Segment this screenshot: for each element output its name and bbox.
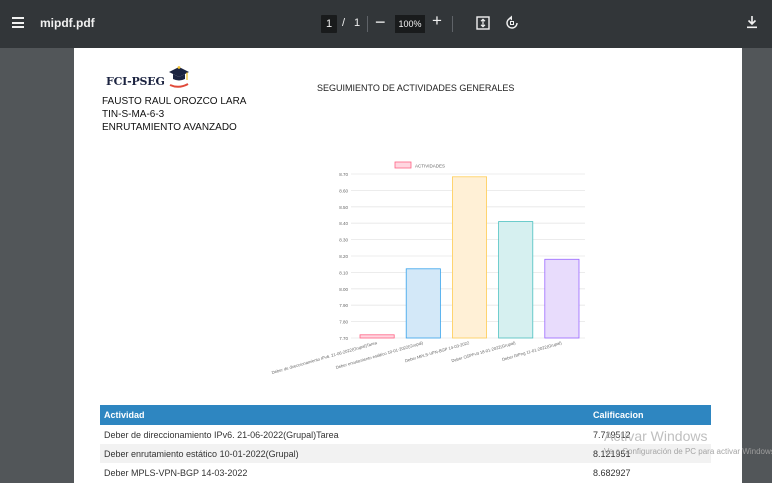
y-tick-label: 7.80	[339, 320, 348, 325]
grade-cell: 8.682927	[593, 468, 631, 478]
chart-y-ticks: 8.70 8.60 8.50 8.40 8.30 8.20 8.10 8.00 7.90 7.80…	[339, 172, 348, 341]
download-icon[interactable]	[746, 15, 758, 34]
y-tick-label: 8.40	[339, 221, 348, 226]
zoom-level-input[interactable]: 100%	[395, 15, 425, 33]
bar	[498, 221, 534, 339]
bar	[452, 176, 487, 339]
column-header-activity: Actividad	[104, 410, 145, 420]
activity-cell: Deber enrutamiento estático 10-01-2022(G…	[104, 449, 299, 459]
y-tick-label: 7.90	[339, 303, 348, 308]
legend-label: ACTIVIDADES	[415, 164, 445, 169]
toolbar-divider	[452, 16, 453, 32]
y-tick-label: 8.00	[339, 287, 348, 292]
rotate-icon[interactable]	[504, 15, 520, 36]
y-tick-label: 7.70	[339, 336, 348, 341]
table-header: Actividad Calificacion	[100, 405, 711, 425]
menu-icon[interactable]	[12, 17, 24, 28]
y-tick-label: 8.50	[339, 205, 348, 210]
activity-cell: Deber MPLS-VPN-BGP 14-03-2022	[104, 468, 248, 478]
bar	[359, 334, 395, 339]
total-pages: 1	[354, 17, 361, 29]
y-tick-label: 8.60	[339, 188, 348, 193]
current-page-input[interactable]: 1	[321, 15, 337, 33]
bar	[544, 258, 580, 339]
table-row: Deber MPLS-VPN-BGP 14-03-2022 8.682927	[100, 463, 711, 482]
bar	[405, 268, 441, 339]
y-tick-label: 8.10	[339, 270, 348, 275]
legend-swatch	[394, 161, 412, 169]
fit-page-icon[interactable]	[476, 16, 490, 35]
pdf-page: FCI-PSEG FAUSTO RAUL OROZCO LARA TIN-S-M…	[74, 48, 742, 483]
column-header-grade: Calificacion	[593, 410, 644, 420]
activation-watermark-subtitle: Ve a Configuración de PC para activar Wi…	[604, 447, 772, 456]
page-separator: /	[342, 17, 346, 29]
chart-x-ticks: Deber de direccionamiento IPv6. 21-06-20…	[271, 340, 563, 375]
activity-cell: Deber de direccionamiento IPv6. 21-06-20…	[104, 430, 339, 440]
y-tick-label: 8.70	[339, 172, 348, 177]
zoom-in-button[interactable]: +	[432, 11, 442, 31]
activities-bar-chart: 8.70 8.60 8.50 8.40 8.30 8.20 8.10 8.00 7.90 7.80…	[271, 161, 585, 375]
activation-watermark-title: Activar Windows	[604, 428, 708, 444]
chart-bars	[359, 176, 580, 339]
y-tick-label: 8.30	[339, 238, 348, 243]
file-name: mipdf.pdf	[40, 16, 95, 30]
zoom-out-button[interactable]: −	[375, 12, 386, 33]
toolbar-divider	[367, 16, 368, 32]
y-tick-label: 8.20	[339, 254, 348, 259]
x-tick-label: Deber enrutamiento estático 10-01-2022(G…	[335, 340, 424, 370]
chart-legend: ACTIVIDADES	[394, 161, 445, 169]
pdf-toolbar: mipdf.pdf 1 / 1 − 100% +	[0, 0, 772, 48]
